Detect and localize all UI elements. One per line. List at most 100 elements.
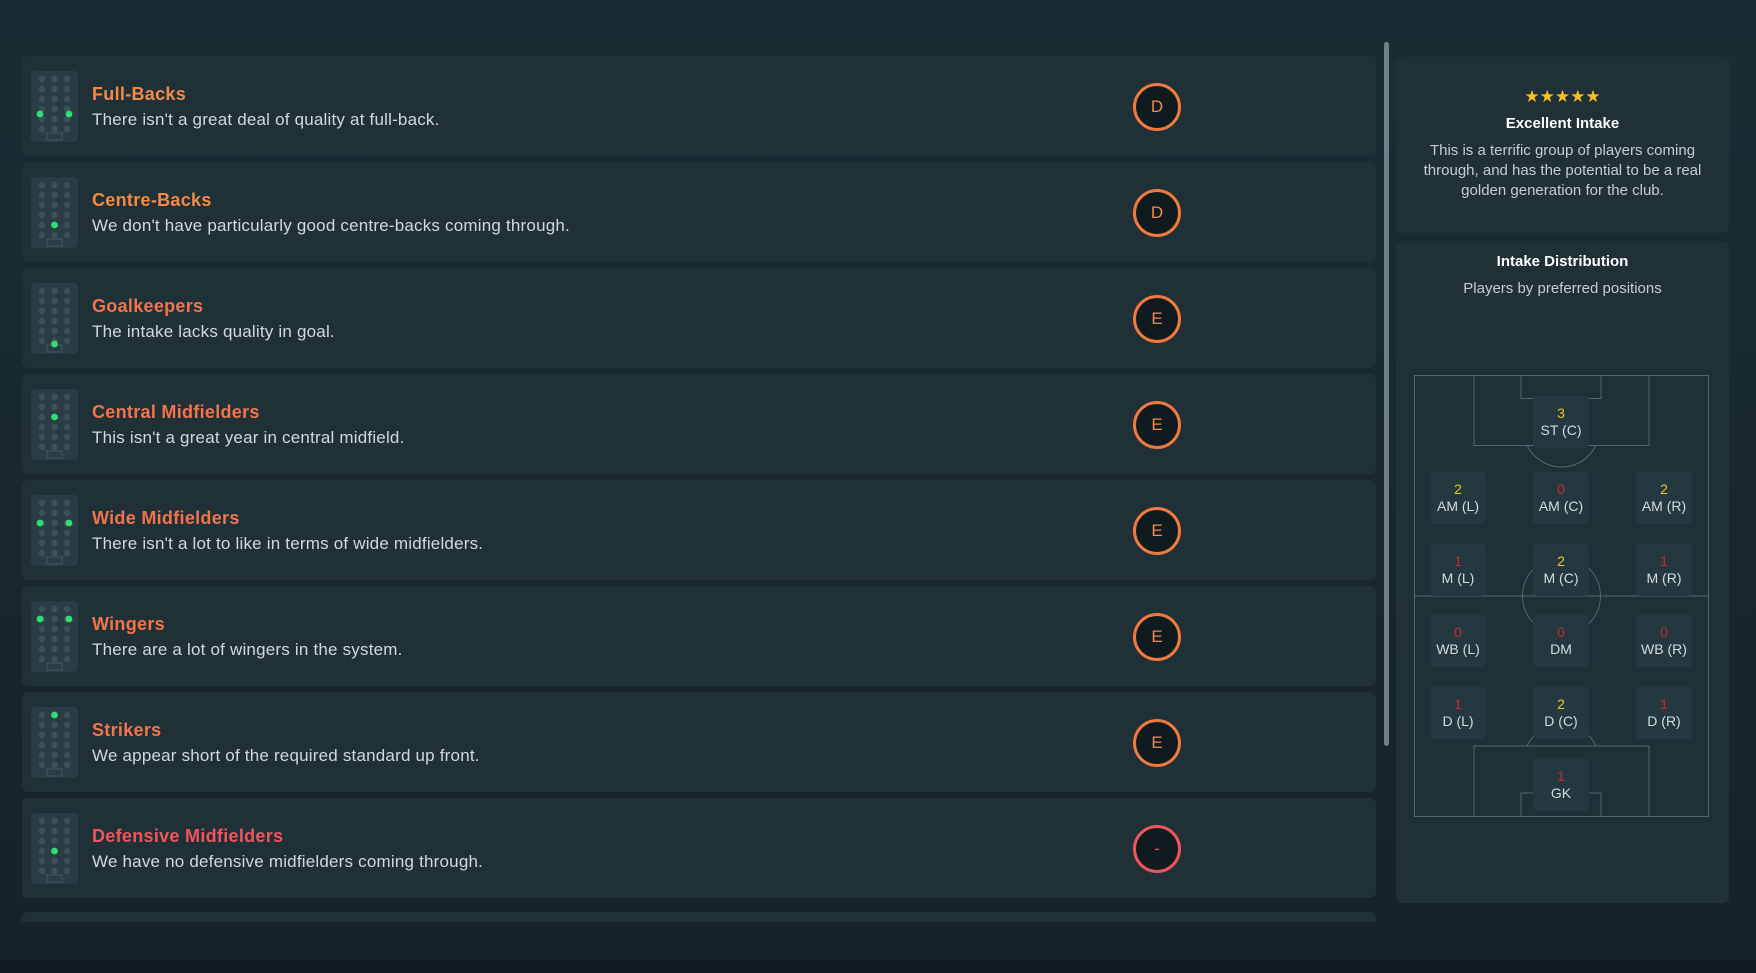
formation-icon (31, 283, 78, 354)
position-m-c[interactable]: 2 M (C) (1533, 544, 1589, 596)
position-count: 1 (1557, 768, 1565, 784)
position-label: GK (1550, 785, 1572, 801)
position-count: 2 (1557, 553, 1565, 569)
highlight-dot (51, 221, 58, 229)
position-group-title: Strikers (92, 720, 162, 740)
position-count: 1 (1660, 696, 1668, 712)
position-label: M (C) (1543, 570, 1579, 586)
position-group-description: The intake lacks quality in goal. (92, 322, 335, 341)
formation-icon (31, 177, 78, 248)
position-dm[interactable]: 0 DM (1533, 615, 1589, 667)
position-group-description: We have no defensive midfielders coming … (92, 852, 484, 871)
grade-badge: D (1133, 189, 1181, 237)
position-wb-r[interactable]: 0 WB (R) (1636, 615, 1692, 667)
position-d-r[interactable]: 1 D (R) (1636, 687, 1692, 739)
formation-icon (31, 71, 78, 142)
list-scrollbar[interactable] (1384, 42, 1389, 746)
position-gk[interactable]: 1 GK (1533, 759, 1589, 811)
position-d-c[interactable]: 2 D (C) (1533, 687, 1589, 739)
list-item[interactable]: Wingers There are a lot of wingers in the… (22, 586, 1376, 686)
position-am-l[interactable]: 2 AM (L) (1430, 472, 1486, 524)
position-m-r[interactable]: 1 M (R) (1636, 544, 1692, 596)
position-label: DM (1550, 641, 1572, 657)
position-count: 2 (1557, 696, 1565, 712)
position-ratings-list[interactable]: Full-Backs There isn't a great deal of qu… (22, 56, 1378, 922)
bottom-strip (0, 960, 1756, 973)
position-label: ST (C) (1540, 422, 1582, 438)
formation-icon (31, 707, 78, 778)
list-item[interactable]: Central Midfielders This isn't a great ye… (22, 374, 1376, 474)
position-label: AM (C) (1538, 498, 1584, 514)
position-m-l[interactable]: 1 M (L) (1430, 544, 1486, 596)
list-item[interactable]: Strikers We appear short of the required … (22, 692, 1376, 792)
star-rating-icon: ★★★★★ (1524, 87, 1601, 106)
list-item[interactable]: Goalkeepers The intake lacks quality in g… (22, 268, 1376, 368)
highlight-dot (36, 615, 44, 623)
list-item[interactable]: Defensive Midfielders We have no defensiv… (22, 798, 1376, 898)
position-group-description: There isn't a lot to like in terms of wi… (92, 534, 484, 553)
position-count: 0 (1660, 624, 1668, 640)
list-item-partial (22, 912, 1376, 922)
formation-icon (31, 813, 78, 884)
position-group-description: There isn't a great deal of quality at f… (92, 110, 440, 129)
position-am-c[interactable]: 0 AM (C) (1533, 472, 1589, 524)
pitch-diagram: 3 ST (C) 2 AM (L) 0 AM (C) 2 AM (R) 1 M … (1414, 375, 1709, 817)
formation-icon (31, 601, 78, 672)
position-count: 3 (1557, 405, 1565, 421)
intake-rating-description: This is a terrific group of players comi… (1423, 142, 1702, 199)
position-label: AM (L) (1437, 498, 1479, 514)
position-group-title: Goalkeepers (92, 296, 204, 316)
position-wb-l[interactable]: 0 WB (L) (1430, 615, 1486, 667)
grade-badge: E (1133, 613, 1181, 661)
grade-badge: E (1133, 719, 1181, 767)
position-count: 2 (1660, 481, 1668, 497)
highlight-dot (51, 340, 58, 348)
formation-icon (31, 495, 78, 566)
list-item[interactable]: Centre-Backs We don't have particularly g… (22, 162, 1376, 262)
formation-icon (31, 389, 78, 460)
position-count: 0 (1557, 624, 1565, 640)
position-label: WB (L) (1436, 641, 1480, 657)
position-group-description: We appear short of the required standard… (92, 746, 480, 765)
position-group-title: Wingers (92, 614, 165, 634)
position-label: D (L) (1442, 713, 1474, 729)
position-label: M (L) (1441, 570, 1475, 586)
position-st-c[interactable]: 3 ST (C) (1533, 396, 1589, 448)
distribution-title: Intake Distribution (1496, 253, 1629, 270)
position-label: WB (R) (1641, 641, 1687, 657)
position-group-title: Defensive Midfielders (92, 826, 284, 846)
list-item[interactable]: Wide Midfielders There isn't a lot to lik… (22, 480, 1376, 580)
highlight-dot (51, 847, 58, 855)
position-count: 0 (1454, 624, 1462, 640)
highlight-dot (36, 519, 44, 527)
position-group-title: Full-Backs (92, 84, 187, 104)
position-am-r[interactable]: 2 AM (R) (1636, 472, 1692, 524)
list-item[interactable]: Full-Backs There isn't a great deal of qu… (22, 56, 1376, 156)
highlight-dot (51, 413, 58, 421)
position-label: AM (R) (1641, 498, 1687, 514)
position-count: 1 (1454, 696, 1462, 712)
position-count: 2 (1454, 481, 1462, 497)
highlight-dot (65, 615, 73, 623)
intake-rating-title: Excellent Intake (1505, 115, 1620, 132)
grade-badge: E (1133, 295, 1181, 343)
intake-distribution-card: Intake Distribution Players by preferred… (1396, 241, 1729, 903)
position-count: 1 (1454, 553, 1462, 569)
position-count: 0 (1557, 481, 1565, 497)
position-group-description: This isn't a great year in central midfi… (92, 428, 405, 447)
grade-badge: - (1133, 825, 1181, 873)
position-label: M (R) (1646, 570, 1682, 586)
highlight-dot (51, 711, 58, 719)
grade-badge: D (1133, 83, 1181, 131)
position-group-title: Centre-Backs (92, 190, 212, 210)
highlight-dot (65, 519, 73, 527)
position-d-l[interactable]: 1 D (L) (1430, 687, 1486, 739)
position-label: D (R) (1647, 713, 1681, 729)
position-count: 1 (1660, 553, 1668, 569)
position-label: D (C) (1544, 713, 1578, 729)
position-group-description: We don't have particularly good centre-b… (92, 216, 570, 235)
intake-rating-card: ★★★★★ Excellent Intake This is a terrifi… (1396, 57, 1729, 233)
position-group-title: Wide Midfielders (92, 508, 240, 528)
highlight-dot (36, 110, 44, 118)
distribution-subtitle: Players by preferred positions (1463, 280, 1662, 297)
